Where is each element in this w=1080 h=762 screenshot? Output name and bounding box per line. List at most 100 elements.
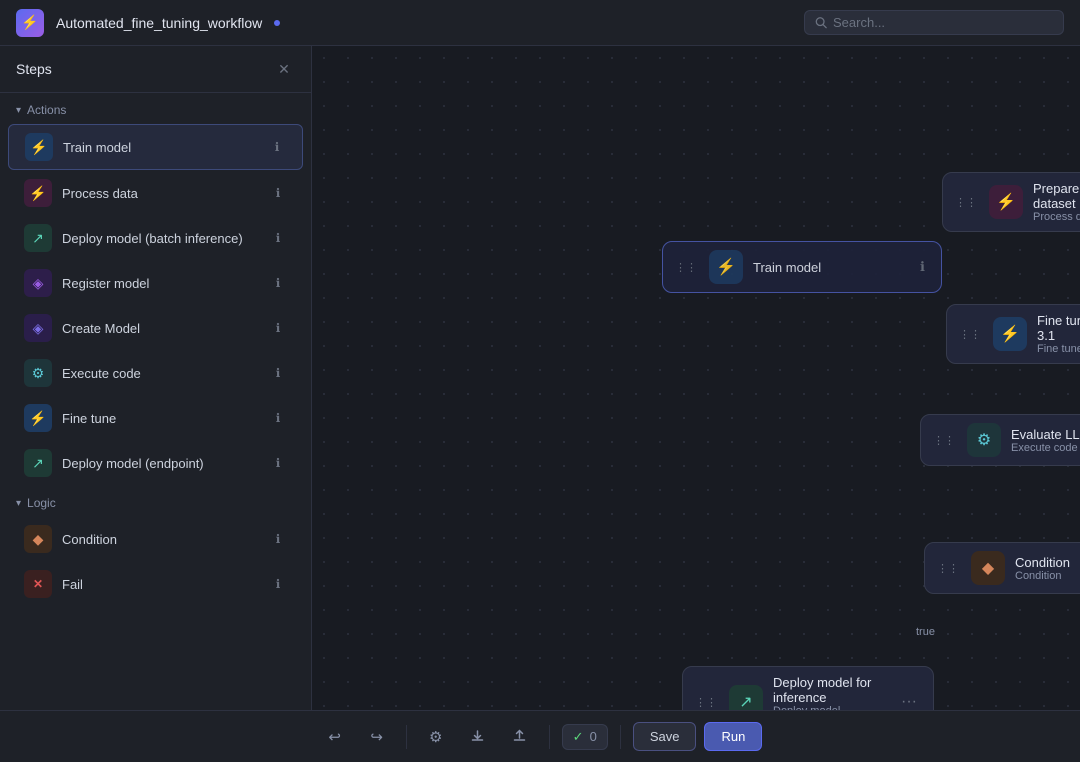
sidebar-item-deploy-endpoint[interactable]: ↗ Deploy model (endpoint) ℹ: [8, 441, 303, 485]
info-icon[interactable]: ℹ: [269, 184, 287, 202]
condition-info: Condition Condition: [1015, 555, 1080, 582]
upload-button[interactable]: [503, 720, 537, 754]
app-title: Automated_fine_tuning_workflow: [56, 15, 262, 31]
process-data-icon: ⚡: [24, 179, 52, 207]
settings-button[interactable]: ⚙: [419, 720, 453, 754]
train-model-ghost-info: Train model: [753, 260, 906, 275]
sidebar-tab-label: Steps: [16, 61, 52, 77]
search-icon: [815, 16, 827, 29]
evaluate-llm-title: Evaluate LLM perf: [1011, 427, 1080, 442]
check-icon: ✓: [573, 729, 584, 745]
deploy-endpoint-icon: ↗: [24, 449, 52, 477]
sidebar-item-fine-tune[interactable]: ⚡ Fine tune ℹ: [8, 396, 303, 440]
condition-title: Condition: [1015, 555, 1080, 570]
train-model-ghost-icon: ⚡: [709, 250, 743, 284]
logic-list: ◆ Condition ℹ ✕ Fail ℹ: [0, 516, 311, 607]
actions-list: ⚡ Train model ℹ ⚡ Process data ℹ ↗ Deplo…: [0, 123, 311, 486]
node-info-icon: ℹ: [916, 257, 929, 277]
info-icon[interactable]: ℹ: [269, 274, 287, 292]
node-prepare-dataset[interactable]: ⋮⋮ ⚡ Prepare fine tuning dataset Process…: [942, 172, 1080, 232]
app-logo: ⚡: [16, 9, 44, 37]
redo-button[interactable]: ↪: [360, 720, 394, 754]
sidebar-item-deploy-batch[interactable]: ↗ Deploy model (batch inference) ℹ: [8, 216, 303, 260]
true-label: true: [916, 626, 935, 638]
info-icon[interactable]: ℹ: [269, 409, 287, 427]
condition-icon: ◆: [24, 525, 52, 553]
fine-tune-llama-title: Fine tune Llama 3.1: [1037, 313, 1080, 343]
sidebar-item-label: Deploy model (batch inference): [62, 231, 259, 246]
sidebar-item-create-model[interactable]: ◈ Create Model ℹ: [8, 306, 303, 350]
canvas-background: [312, 46, 1080, 710]
undo-button[interactable]: ↩: [318, 720, 352, 754]
sidebar: Steps ✕ ▾ Actions ⚡ Train model ℹ ⚡ Proc…: [0, 46, 312, 710]
prepare-dataset-node-icon: ⚡: [989, 185, 1023, 219]
fine-tune-icon: ⚡: [24, 404, 52, 432]
sidebar-item-register-model[interactable]: ◈ Register model ℹ: [8, 261, 303, 305]
node-deploy-inference[interactable]: ⋮⋮ ↗ Deploy model for inference Deploy m…: [682, 666, 934, 710]
chevron-down-icon: ▾: [16, 105, 21, 116]
separator: [406, 725, 407, 749]
section-actions-label: Actions: [27, 103, 66, 117]
upload-icon: [512, 729, 527, 744]
workflow-canvas[interactable]: true false ⋮⋮ ⚡ Prepare fine tuning data…: [312, 46, 1080, 710]
deploy-inference-title: Deploy model for inference: [773, 675, 887, 705]
download-icon: [470, 729, 485, 744]
info-icon[interactable]: ℹ: [269, 530, 287, 548]
evaluate-llm-icon: ⚙: [967, 423, 1001, 457]
chevron-down-icon: ▾: [16, 498, 21, 509]
sidebar-item-label: Execute code: [62, 366, 259, 381]
execute-code-icon: ⚙: [24, 359, 52, 387]
sidebar-item-label: Fail: [62, 577, 259, 592]
sidebar-item-train-model[interactable]: ⚡ Train model ℹ: [8, 124, 303, 170]
info-icon[interactable]: ℹ: [269, 319, 287, 337]
node-fine-tune-llama[interactable]: ⋮⋮ ⚡ Fine tune Llama 3.1 Fine tune ···: [946, 304, 1080, 364]
info-icon[interactable]: ℹ: [269, 454, 287, 472]
info-icon[interactable]: ℹ: [269, 364, 287, 382]
close-sidebar-button[interactable]: ✕: [273, 58, 295, 80]
status-badge: ✓ 0: [562, 724, 608, 750]
fine-tune-llama-info: Fine tune Llama 3.1 Fine tune: [1037, 313, 1080, 355]
gear-icon: ⚙: [429, 728, 442, 746]
separator: [549, 725, 550, 749]
section-logic[interactable]: ▾ Logic: [0, 486, 311, 516]
sidebar-item-label: Train model: [63, 140, 258, 155]
download-button[interactable]: [461, 720, 495, 754]
status-dot: [274, 20, 280, 26]
info-icon[interactable]: ℹ: [268, 138, 286, 156]
register-model-icon: ◈: [24, 269, 52, 297]
fail-icon: ✕: [24, 570, 52, 598]
condition-node-icon: ◆: [971, 551, 1005, 585]
sidebar-item-label: Register model: [62, 276, 259, 291]
save-button[interactable]: Save: [633, 722, 697, 751]
redo-icon: ↪: [370, 728, 383, 746]
sidebar-item-fail[interactable]: ✕ Fail ℹ: [8, 562, 303, 606]
info-icon[interactable]: ℹ: [269, 229, 287, 247]
info-icon[interactable]: ℹ: [269, 575, 287, 593]
sidebar-item-execute-code[interactable]: ⚙ Execute code ℹ: [8, 351, 303, 395]
prepare-dataset-title: Prepare fine tuning dataset: [1033, 181, 1080, 211]
prepare-dataset-subtitle: Process data: [1033, 211, 1080, 223]
deploy-batch-icon: ↗: [24, 224, 52, 252]
fine-tune-llama-subtitle: Fine tune: [1037, 343, 1080, 355]
fine-tune-llama-icon: ⚡: [993, 317, 1027, 351]
create-model-icon: ◈: [24, 314, 52, 342]
section-actions[interactable]: ▾ Actions: [0, 93, 311, 123]
node-menu-button[interactable]: ···: [897, 691, 921, 710]
node-train-model-ghost[interactable]: ⋮⋮ ⚡ Train model ℹ: [662, 241, 942, 293]
sidebar-item-label: Condition: [62, 532, 259, 547]
evaluate-llm-info: Evaluate LLM perf Execute code: [1011, 427, 1080, 454]
evaluate-llm-subtitle: Execute code: [1011, 442, 1080, 454]
search-input[interactable]: [833, 15, 1053, 30]
node-condition[interactable]: ⋮⋮ ◆ Condition Condition ···: [924, 542, 1080, 594]
sidebar-item-condition[interactable]: ◆ Condition ℹ: [8, 517, 303, 561]
status-count: 0: [590, 729, 597, 744]
run-button[interactable]: Run: [704, 722, 762, 751]
sidebar-header: Steps ✕: [0, 46, 311, 93]
condition-subtitle: Condition: [1015, 570, 1080, 582]
search-bar[interactable]: [804, 10, 1064, 35]
train-model-icon: ⚡: [25, 133, 53, 161]
node-evaluate-llm[interactable]: ⋮⋮ ⚙ Evaluate LLM perf Execute code ···: [920, 414, 1080, 466]
section-logic-label: Logic: [27, 496, 56, 510]
deploy-inference-info: Deploy model for inference Deploy model …: [773, 675, 887, 710]
sidebar-item-process-data[interactable]: ⚡ Process data ℹ: [8, 171, 303, 215]
